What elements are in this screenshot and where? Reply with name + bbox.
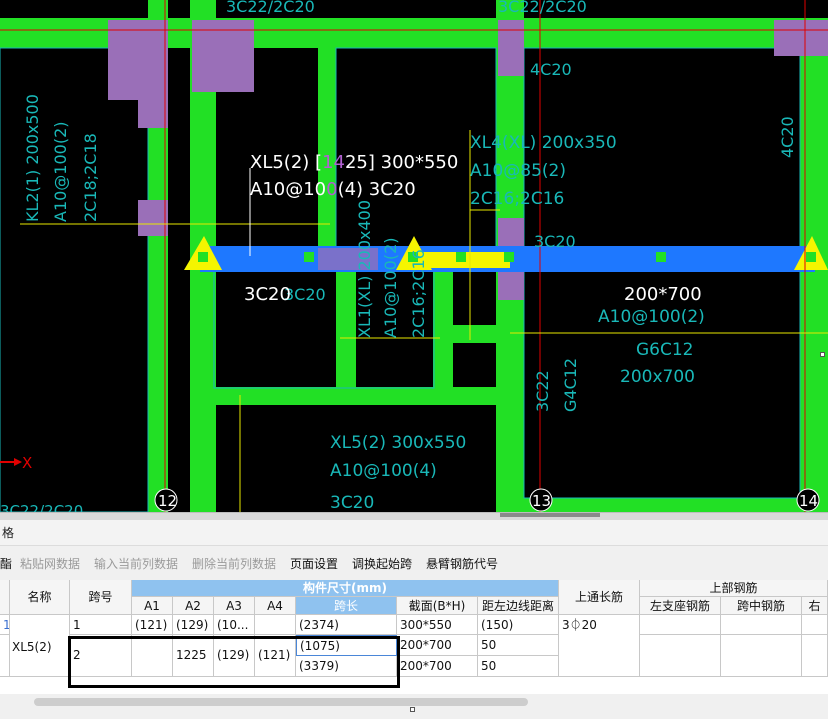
cell-r1-edge[interactable]: (150) — [478, 615, 559, 635]
label-top-mid-cut: 3C22/2C20 — [498, 0, 587, 16]
top-through-value: 3⏀20 — [562, 618, 597, 632]
cell-r1-span-length[interactable]: (2374) — [296, 615, 397, 635]
label-stirrup-right: A10@100(2) — [598, 307, 705, 327]
label-xl5-title: XL5(2) [1425] 300*550 — [250, 152, 458, 173]
cell-top-through[interactable]: 3⏀20 — [559, 615, 640, 677]
axis-label-12: 12 — [158, 492, 177, 510]
label-xl1: XL1(XL) 200x400 — [355, 200, 374, 338]
header-mid-span[interactable]: 跨中钢筋 — [721, 597, 802, 615]
x-axis-arrow-icon — [14, 458, 22, 466]
splitter-grip[interactable] — [500, 513, 600, 517]
label-g6c12: G6C12 — [636, 340, 694, 360]
wall-stub — [452, 325, 498, 343]
header-dims-group: 构件尺寸(mm) — [132, 580, 559, 597]
cell-r1-a2[interactable]: (129) — [173, 615, 214, 635]
cell-r2-left-support[interactable] — [640, 635, 721, 677]
header-left-support[interactable]: 左支座钢筋 — [640, 597, 721, 615]
cell-r3-edge[interactable]: 50 — [478, 656, 559, 677]
label-xl4-bars: 2C16;2C16 — [470, 189, 564, 209]
axis-label-13: 13 — [532, 492, 551, 510]
label-200x700: 200x700 — [620, 367, 695, 387]
header-span-length[interactable]: 跨长 — [296, 597, 397, 615]
label-xl1-bars: 2C16;2C16 — [409, 249, 428, 338]
wall-bottom-right — [524, 498, 800, 512]
label-3c20-white: 3C20 — [244, 284, 291, 305]
label-xl4: XL4(XL) 200x350 — [470, 133, 617, 153]
label-section-200x700: 200*700 — [624, 284, 702, 305]
column-1 — [108, 20, 168, 100]
cell-r1-left-support[interactable] — [640, 615, 721, 635]
cell-r2-right[interactable] — [802, 635, 828, 677]
cell-r1-section[interactable]: 300*550 — [397, 615, 478, 635]
header-span-no[interactable]: 跨号 — [70, 580, 132, 615]
delete-column-data-button[interactable]: 删除当前列数据 — [192, 555, 276, 572]
header-top-through[interactable]: 上通长筋 — [559, 580, 640, 615]
label-xl5-lower: XL5(2) 300x550 — [330, 433, 466, 453]
row-edge-mark: 1 — [0, 615, 10, 635]
header-a3[interactable]: A3 — [214, 597, 255, 615]
resize-handle-bottom[interactable] — [410, 707, 415, 712]
header-a1[interactable]: A1 — [132, 597, 173, 615]
resize-handle-right[interactable] — [820, 352, 825, 357]
cell-r1-a1[interactable]: (121) — [132, 615, 173, 635]
panel-title: 格 — [0, 520, 828, 546]
header-name[interactable]: 名称 — [10, 580, 70, 615]
label-4c20-top: 4C20 — [530, 60, 572, 79]
axis-x-label: X — [22, 454, 32, 472]
header-section[interactable]: 截面(B*H) — [397, 597, 478, 615]
page-setup-button[interactable]: 页面设置 — [290, 555, 338, 572]
label-xl1-stirrup: A10@100(2) — [381, 237, 400, 338]
label-xl5-lower-bars: 3C20 — [330, 493, 374, 512]
header-top-rebar-group: 上部钢筋 — [640, 580, 828, 597]
cell-r3-section[interactable]: 200*700 — [397, 656, 478, 677]
wall-mid — [318, 48, 336, 248]
toolbar-partial-item[interactable]: 酯 — [0, 555, 12, 572]
cell-r2-mid-span[interactable] — [721, 635, 802, 677]
cell-r1-a3[interactable]: (10... — [214, 615, 255, 635]
swap-start-span-button[interactable]: 调换起始跨 — [352, 555, 412, 572]
cell-name-merged[interactable]: XL5(2) — [10, 615, 70, 677]
table-toolbar: 酯 粘贴网数据 输入当前列数据 删除当前列数据 页面设置 调换起始跨 悬臂钢筋代… — [0, 550, 828, 576]
cell-r1-a4[interactable] — [255, 615, 296, 635]
label-3c20-right: 3C20 — [534, 232, 576, 251]
column-2 — [192, 20, 254, 92]
label-4c20-right: 4C20 — [778, 116, 797, 158]
cad-drawing[interactable]: 3C22/2C20 3C22/2C20 KL2(1) 200x500 A10@1… — [0, 0, 828, 512]
wall-short — [433, 268, 453, 388]
header-right-cut[interactable]: 右 — [802, 597, 828, 615]
label-kl2-bars: 2C18;2C18 — [81, 133, 100, 222]
column-3 — [498, 20, 524, 76]
label-col-g4c12: G4C12 — [561, 358, 580, 412]
cell-r1-right[interactable] — [802, 615, 828, 635]
annotation-highlight-box — [68, 636, 400, 688]
cell-r2-section[interactable]: 200*700 — [397, 635, 478, 656]
cell-r1-span[interactable]: 1 — [70, 615, 132, 635]
cell-r2-edge[interactable]: 50 — [478, 635, 559, 656]
label-top-left-cut: 3C22/2C20 — [226, 0, 315, 16]
axis-label-14: 14 — [799, 492, 818, 510]
scrollbar-thumb[interactable] — [34, 698, 528, 706]
header-a4[interactable]: A4 — [255, 597, 296, 615]
beam-table-panel: 格 酯 粘贴网数据 输入当前列数据 删除当前列数据 页面设置 调换起始跨 悬臂钢… — [0, 520, 828, 719]
column-4 — [774, 20, 828, 56]
label-kl2-stirrup: A10@100(2) — [51, 121, 70, 222]
beam-name: XL5(2) — [12, 640, 52, 654]
header-edge-distance[interactable]: 距左边线距离 — [478, 597, 559, 615]
label-bottom-left-cut: 3C22/2C20 — [0, 502, 83, 512]
header-a2[interactable]: A2 — [173, 597, 214, 615]
wall-xl1 — [336, 260, 356, 400]
label-xl5-lower-stirrup: A10@100(4) — [330, 461, 437, 481]
cad-drawing-canvas[interactable]: 3C22/2C20 3C22/2C20 KL2(1) 200x500 A10@1… — [0, 0, 828, 512]
cantilever-rebar-code-button[interactable]: 悬臂钢筋代号 — [426, 555, 498, 572]
label-xl5-stirrup: A10@100(4) 3C20 — [250, 179, 416, 200]
label-col-3c22: 3C22 — [533, 370, 552, 412]
label-kl2: KL2(1) 200x500 — [23, 94, 42, 222]
input-column-data-button[interactable]: 输入当前列数据 — [94, 555, 178, 572]
paste-data-button[interactable]: 粘贴网数据 — [20, 555, 80, 572]
label-xl4-stirrup: A10@85(2) — [470, 161, 566, 181]
cell-r1-mid-span[interactable] — [721, 615, 802, 635]
